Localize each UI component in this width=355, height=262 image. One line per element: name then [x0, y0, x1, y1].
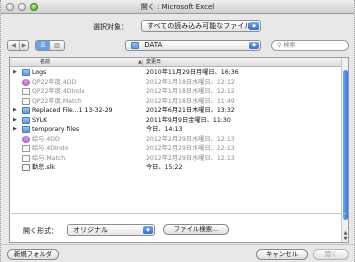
disclosure-triangle-icon[interactable]: ▶ — [13, 68, 17, 78]
file-name: Replaced File...1 13-32-29 — [32, 107, 113, 114]
disclosure-triangle-icon[interactable]: ▶ — [13, 125, 17, 135]
list-item[interactable]: QP22年度.Match 2012年1月18日水曜日、11:49 — [10, 97, 342, 107]
date-column-header[interactable]: 変更日 — [146, 58, 161, 67]
list-view-icon[interactable]: ☰ — [36, 41, 50, 50]
file-name: Logs — [32, 69, 47, 76]
list-item[interactable]: 給与.4DIndx 2012年2月29日水曜日、12:13 — [10, 144, 342, 154]
chevron-updown-icon: ◆ — [249, 22, 259, 30]
file-name: 給与.4DIndx — [32, 145, 69, 152]
chevron-updown-icon: ◆ — [143, 226, 153, 234]
back-forward-buttons[interactable]: ◀ ▶ — [7, 40, 29, 51]
filter-label: 選択対象： — [93, 23, 128, 31]
file-name: temporary files — [32, 126, 80, 133]
divider — [11, 213, 346, 214]
open-format-value: オリジナル — [73, 226, 108, 234]
list-item[interactable]: 給与.Match 2012年2月29日水曜日、12:13 — [10, 154, 342, 164]
folder-icon — [131, 41, 139, 49]
file-rows: ▶ Logs 2010年11月29日月曜日、16:36 QP22年度.4DD 2012年… — [10, 68, 342, 173]
location-popup[interactable]: DATA ◆ — [125, 40, 261, 51]
file-modified-date: 2012年1月18日水曜日、11:49 — [146, 97, 235, 105]
spreadsheet-icon — [22, 164, 30, 171]
file-name: 給与.Match — [32, 154, 66, 162]
column-divider — [142, 59, 143, 66]
file-modified-date: 2012年2月29日水曜日、12:13 — [146, 154, 235, 162]
scroll-thumb[interactable] — [343, 70, 348, 220]
cancel-button[interactable]: キャンセル — [256, 249, 308, 260]
document-icon — [22, 97, 30, 105]
file-name: QP22年度.4DD — [32, 78, 77, 86]
back-arrow-icon[interactable]: ◀ — [9, 41, 18, 50]
search-icon: ⚲ — [277, 42, 282, 49]
open-format-label: 開く形式： — [23, 227, 58, 235]
search-placeholder: 検索 — [283, 42, 296, 49]
open-format-popup[interactable]: オリジナル ◆ — [67, 224, 155, 236]
file-name: SYLK — [32, 116, 48, 124]
folder-icon — [22, 69, 30, 76]
disclosure-triangle-icon[interactable]: ▶ — [13, 116, 17, 126]
folder-icon — [22, 116, 30, 124]
file-modified-date: 今日、15:22 — [146, 164, 183, 171]
file-modified-date: 今日、14:13 — [146, 126, 183, 133]
file-name: 勤怠.slk — [32, 164, 55, 171]
open-button[interactable]: 開く — [313, 249, 349, 260]
folder-icon — [22, 107, 30, 114]
list-item[interactable]: ▶ temporary files 今日、14:13 — [10, 125, 342, 135]
file-list[interactable]: 名前 ▲ 変更日 ▶ Logs 2010年11月29日月曜日、16:36 QP22年度… — [9, 57, 349, 243]
chevron-updown-icon: ◆ — [249, 42, 259, 49]
file-name: QP22年度.Match — [32, 97, 82, 105]
vertical-scrollbar[interactable]: ▲ ▼ — [341, 58, 348, 242]
column-view-icon[interactable]: ▥ — [50, 41, 64, 50]
list-header: 名前 ▲ 変更日 — [10, 58, 342, 67]
name-column-header[interactable]: 名前 — [40, 58, 50, 67]
disclosure-triangle-icon[interactable]: ▶ — [13, 106, 17, 116]
list-item[interactable]: QP22年度.4DD 2012年1月18日水曜日、12:12 — [10, 78, 342, 88]
file-modified-date: 2012年1月18日水曜日、12:12 — [146, 78, 235, 86]
document-icon — [22, 88, 30, 95]
list-item[interactable]: ▶ SYLK 2011年9月9日金曜日、11:30 — [10, 116, 342, 126]
file-modified-date: 2012年2月29日水曜日、12:13 — [146, 135, 235, 143]
file-modified-date: 2010年11月29日月曜日、16:36 — [146, 69, 239, 76]
scroll-down-arrow-icon[interactable]: ▼ — [342, 236, 348, 242]
list-item[interactable]: ▶ Replaced File...1 13-32-29 2012年6月21日木曜日… — [10, 106, 342, 116]
filter-popup[interactable]: すべての読み込み可能なファイル ◆ — [141, 20, 261, 32]
database-icon — [22, 78, 30, 86]
filter-value: すべての読み込み可能なファイル — [147, 22, 252, 30]
list-item[interactable]: 勤怠.slk 今日、15:22 — [10, 163, 342, 173]
view-mode-buttons[interactable]: ☰ ▥ — [35, 40, 65, 51]
document-icon — [22, 154, 30, 162]
search-field[interactable]: ⚲ 検索 — [271, 40, 349, 51]
file-modified-date: 2012年1月18日水曜日、12:12 — [146, 88, 235, 95]
window-title: 開く : Microsoft Excel — [140, 3, 215, 11]
file-modified-date: 2012年6月21日木曜日、13:32 — [146, 107, 235, 114]
list-item[interactable]: 給与.4DD 2012年2月29日水曜日、12:13 — [10, 135, 342, 145]
file-search-button[interactable]: ファイル検索... — [163, 224, 229, 235]
forward-arrow-icon[interactable]: ▶ — [19, 41, 28, 50]
title-bar: 開く : Microsoft Excel — [1, 0, 354, 14]
folder-icon — [22, 126, 30, 133]
file-modified-date: 2011年9月9日金曜日、11:30 — [146, 116, 231, 124]
file-modified-date: 2012年2月29日水曜日、12:13 — [146, 145, 235, 152]
divider — [1, 244, 354, 245]
document-icon — [22, 145, 30, 152]
database-icon — [22, 135, 30, 143]
list-item[interactable]: ▶ Logs 2010年11月29日月曜日、16:36 — [10, 68, 342, 78]
location-folder-name: DATA — [144, 41, 163, 49]
file-name: QP22年度.4DIndx — [32, 88, 85, 95]
list-item[interactable]: QP22年度.4DIndx 2012年1月18日水曜日、12:12 — [10, 87, 342, 97]
file-name: 給与.4DD — [32, 135, 60, 143]
new-folder-button[interactable]: 新規フォルダ — [7, 249, 59, 260]
open-dialog-window: 開く : Microsoft Excel 選択対象： すべての読み込み可能なファ… — [0, 0, 355, 262]
